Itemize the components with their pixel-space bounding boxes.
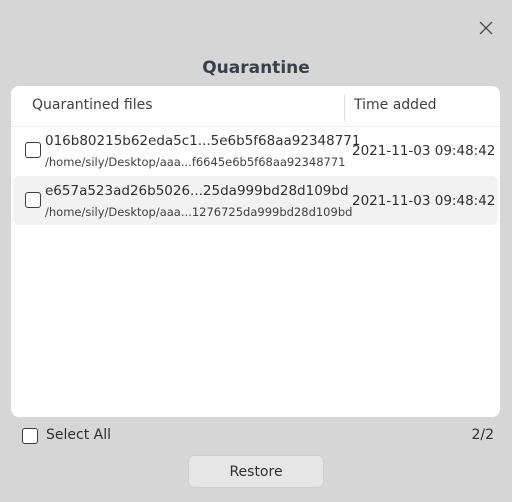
close-button[interactable] [474,16,498,40]
quarantine-dialog: Quarantine Quarantined files Time added … [0,0,512,502]
restore-button[interactable]: Restore [188,455,324,488]
select-all-checkbox[interactable] [22,428,38,444]
column-header-time[interactable]: Time added [354,97,437,113]
close-icon [479,21,493,35]
table-row[interactable]: 016b80215b62eda5c1...5e6b5f68aa92348771 … [13,126,498,175]
column-separator[interactable] [344,94,345,121]
select-all-label[interactable]: Select All [46,427,111,443]
dialog-title: Quarantine [202,58,310,78]
table-row[interactable]: e657a523ad26b5026...25da999bd28d109bd /h… [13,176,498,225]
column-header-files[interactable]: Quarantined files [32,97,153,113]
file-path: /home/sily/Desktop/aaa...f6645e6b5f68aa9… [45,155,346,169]
item-count: 2/2 [471,427,494,443]
time-added: 2021-11-03 09:48:42 [352,143,496,159]
file-name: e657a523ad26b5026...25da999bd28d109bd [45,183,349,199]
row-checkbox[interactable] [25,142,41,158]
time-added: 2021-11-03 09:48:42 [352,193,496,209]
row-checkbox[interactable] [25,192,41,208]
file-path: /home/sily/Desktop/aaa...1276725da999bd2… [45,205,353,219]
file-name: 016b80215b62eda5c1...5e6b5f68aa92348771 [45,133,361,149]
quarantine-list-panel: Quarantined files Time added 016b80215b6… [11,86,500,417]
table-header: Quarantined files Time added [11,86,500,127]
